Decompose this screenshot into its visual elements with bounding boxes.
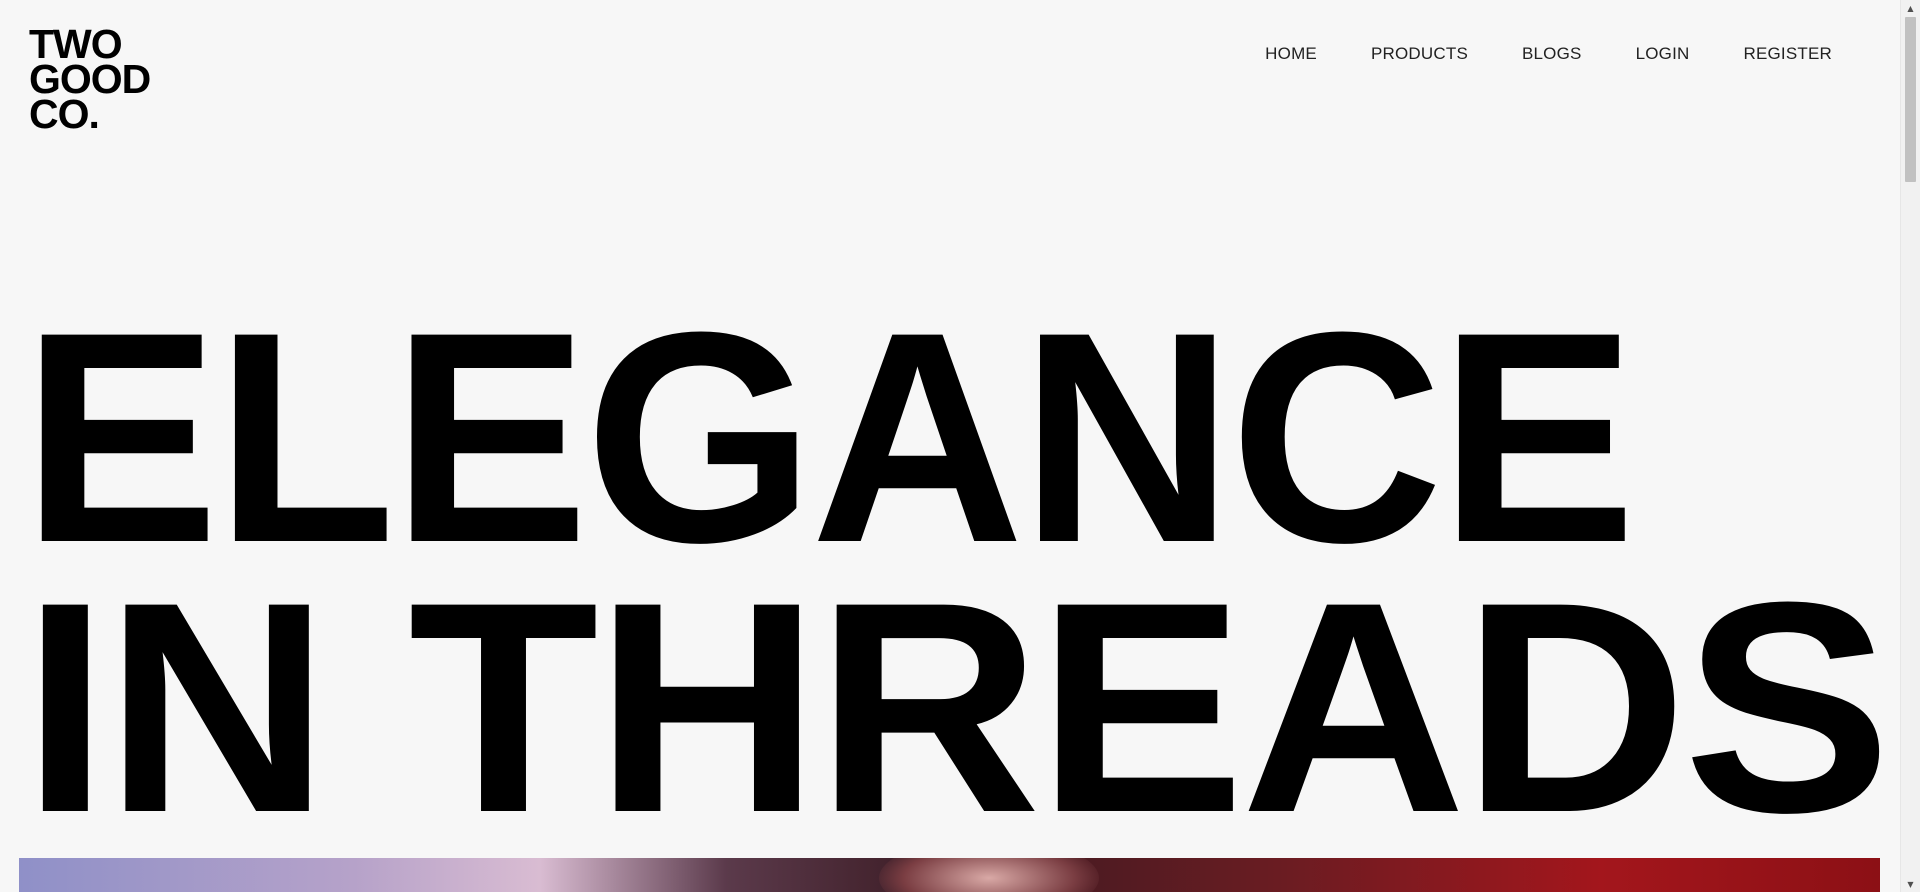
nav-link-home[interactable]: HOME bbox=[1265, 44, 1317, 64]
hero-heading-line-2: IN THREADS bbox=[22, 539, 1891, 875]
scroll-down-icon[interactable]: ▼ bbox=[1901, 876, 1920, 892]
hero-video[interactable] bbox=[19, 858, 1880, 892]
main-nav: HOME PRODUCTS BLOGS LOGIN REGISTER bbox=[1265, 44, 1832, 64]
page: TWO GOOD CO. HOME PRODUCTS BLOGS LOGIN R… bbox=[0, 0, 1920, 892]
nav-link-blogs[interactable]: BLOGS bbox=[1522, 44, 1582, 64]
scroll-thumb[interactable] bbox=[1905, 17, 1916, 182]
logo-line-3: CO. bbox=[29, 91, 100, 137]
hero-heading: ELEGANCE IN THREADS bbox=[22, 269, 1891, 857]
brand-logo[interactable]: TWO GOOD CO. bbox=[29, 24, 151, 137]
nav-link-login[interactable]: LOGIN bbox=[1636, 44, 1690, 64]
page-scrollbar[interactable]: ▲ ▼ bbox=[1900, 0, 1920, 892]
nav-link-register[interactable]: REGISTER bbox=[1743, 44, 1832, 64]
nav-link-products[interactable]: PRODUCTS bbox=[1371, 44, 1468, 64]
scroll-up-icon[interactable]: ▲ bbox=[1901, 0, 1920, 16]
hero-heading-line-1: ELEGANCE bbox=[22, 269, 1636, 605]
